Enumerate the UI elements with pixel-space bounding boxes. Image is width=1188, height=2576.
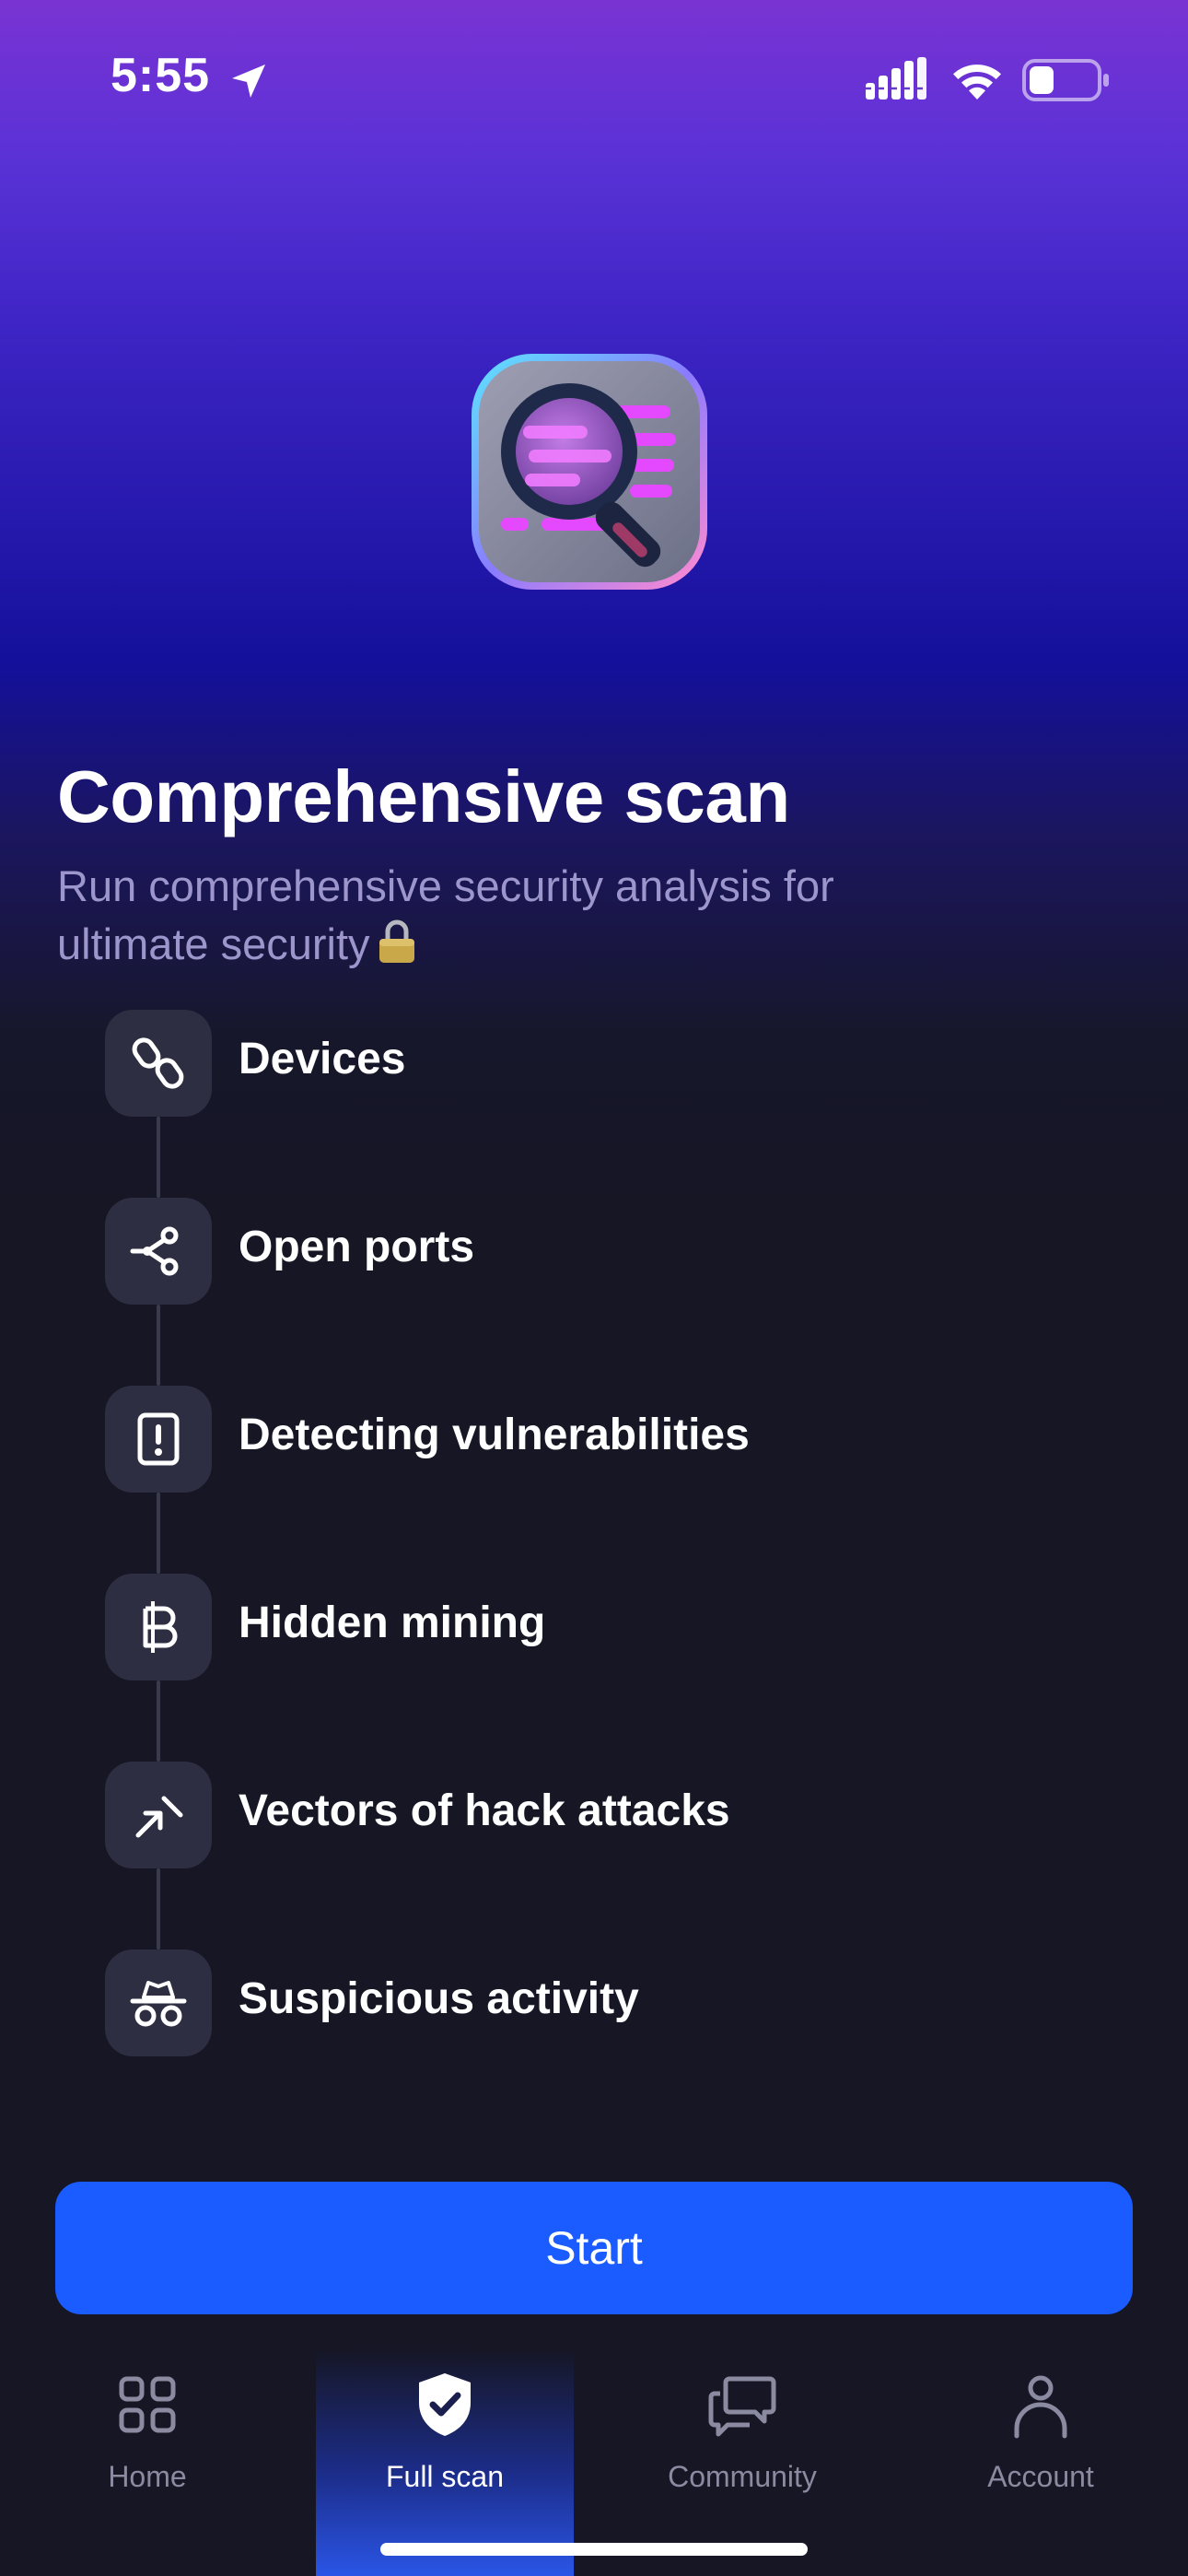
attack-vector-icon bbox=[135, 1796, 183, 1838]
status-bar: 5:55 bbox=[0, 0, 1188, 157]
chat-bubbles-icon bbox=[708, 2376, 776, 2437]
item-tile bbox=[105, 1950, 212, 2056]
page-subtitle: Run comprehensive security analysis for … bbox=[57, 857, 941, 973]
magnifier-document-icon bbox=[472, 354, 707, 590]
item-tile bbox=[105, 1010, 212, 1117]
step-connector bbox=[157, 1493, 160, 1574]
grid-icon bbox=[119, 2376, 176, 2433]
list-item-devices: Devices bbox=[105, 1010, 1118, 1117]
step-connector bbox=[157, 1680, 160, 1762]
list-item-hidden-mining: Hidden mining bbox=[105, 1574, 1118, 1680]
tab-account[interactable]: Account bbox=[912, 2349, 1170, 2576]
item-tile bbox=[105, 1762, 212, 1868]
page-title: Comprehensive scan bbox=[57, 755, 790, 837]
item-tile bbox=[105, 1386, 212, 1493]
item-label: Hidden mining bbox=[239, 1598, 546, 1647]
step-connector bbox=[157, 1868, 160, 1950]
status-time: 5:55 bbox=[111, 49, 211, 102]
list-item-vulnerabilities: Detecting vulnerabilities bbox=[105, 1386, 1118, 1493]
tab-label: Full scan bbox=[385, 2460, 505, 2493]
subtitle-text: Run comprehensive security analysis for … bbox=[57, 861, 834, 968]
item-label: Detecting vulnerabilities bbox=[239, 1411, 750, 1459]
tab-home[interactable]: Home bbox=[18, 2349, 276, 2576]
item-label: Devices bbox=[239, 1035, 406, 1083]
item-label: Vectors of hack attacks bbox=[239, 1786, 730, 1835]
tab-label: Community bbox=[668, 2460, 817, 2493]
chain-link-icon bbox=[132, 1037, 184, 1089]
person-icon bbox=[1014, 2375, 1067, 2439]
wifi-icon bbox=[953, 64, 1001, 100]
step-connector bbox=[157, 1305, 160, 1386]
lock-emoji-icon bbox=[379, 919, 414, 963]
tab-label: Home bbox=[108, 2460, 187, 2493]
item-tile bbox=[105, 1198, 212, 1305]
step-connector bbox=[157, 1117, 160, 1198]
shield-check-icon bbox=[419, 2373, 471, 2436]
exclamation-box-icon bbox=[137, 1412, 180, 1466]
incognito-spy-icon bbox=[130, 1981, 187, 2027]
location-arrow-icon bbox=[232, 64, 265, 98]
list-item-hack-vectors: Vectors of hack attacks bbox=[105, 1762, 1118, 1868]
battery-icon bbox=[1022, 59, 1109, 101]
list-item-open-ports: Open ports bbox=[105, 1198, 1118, 1305]
item-label: Open ports bbox=[239, 1223, 475, 1271]
share-nodes-icon bbox=[130, 1226, 179, 1276]
home-indicator[interactable] bbox=[380, 2543, 808, 2556]
item-tile bbox=[105, 1574, 212, 1680]
list-item-suspicious-activity: Suspicious activity bbox=[105, 1950, 1118, 2056]
tab-label: Account bbox=[987, 2460, 1094, 2493]
start-button[interactable]: Start bbox=[55, 2182, 1133, 2314]
cellular-signal-icon bbox=[866, 57, 930, 100]
item-label: Suspicious activity bbox=[239, 1974, 639, 2023]
baht-coin-icon bbox=[143, 1601, 178, 1653]
